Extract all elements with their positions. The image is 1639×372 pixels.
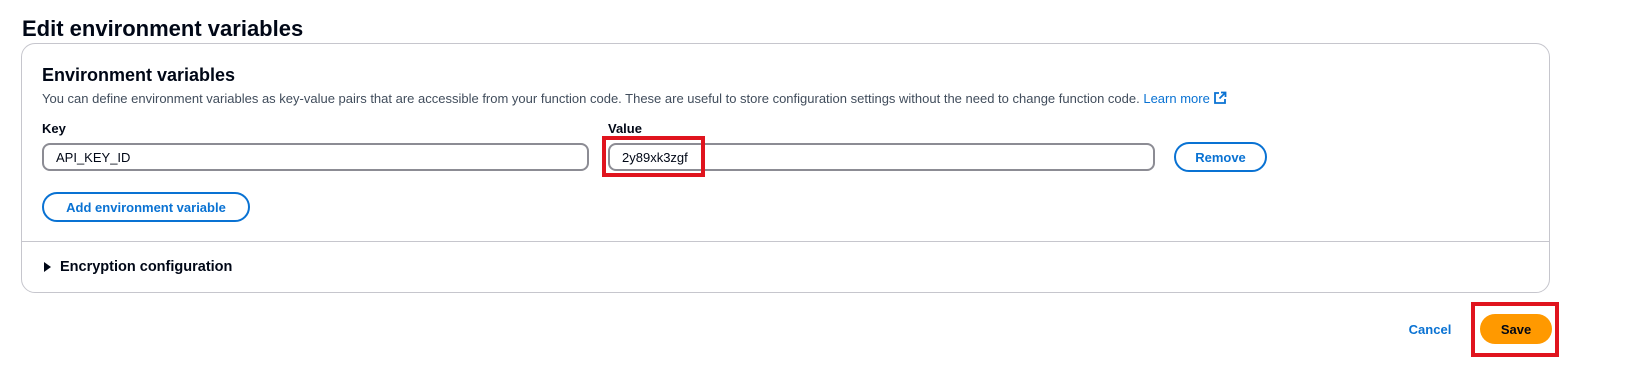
key-column-label: Key <box>42 121 66 136</box>
section-divider <box>22 241 1549 242</box>
encryption-configuration-label: Encryption configuration <box>60 259 233 275</box>
add-environment-variable-button[interactable]: Add environment variable <box>42 192 250 222</box>
edit-environment-variables-page: Edit environment variables Environment v… <box>0 0 1639 372</box>
caret-right-icon <box>44 262 51 272</box>
page-title: Edit environment variables <box>22 15 304 41</box>
save-button[interactable]: Save <box>1480 314 1552 344</box>
panel-title: Environment variables <box>42 65 236 85</box>
external-link-icon <box>1213 91 1227 109</box>
encryption-configuration-expander[interactable]: Encryption configuration <box>44 259 232 275</box>
learn-more-link[interactable]: Learn more <box>1143 91 1227 109</box>
cancel-button[interactable]: Cancel <box>1395 314 1465 344</box>
environment-variables-panel: Environment variables You can define env… <box>21 43 1550 293</box>
value-column-label: Value <box>608 121 642 136</box>
value-input[interactable] <box>608 143 1155 171</box>
learn-more-label: Learn more <box>1143 91 1210 106</box>
remove-button[interactable]: Remove <box>1174 142 1267 172</box>
panel-description: You can define environment variables as … <box>42 91 1227 109</box>
panel-description-text: You can define environment variables as … <box>42 91 1140 106</box>
key-input[interactable] <box>42 143 589 171</box>
